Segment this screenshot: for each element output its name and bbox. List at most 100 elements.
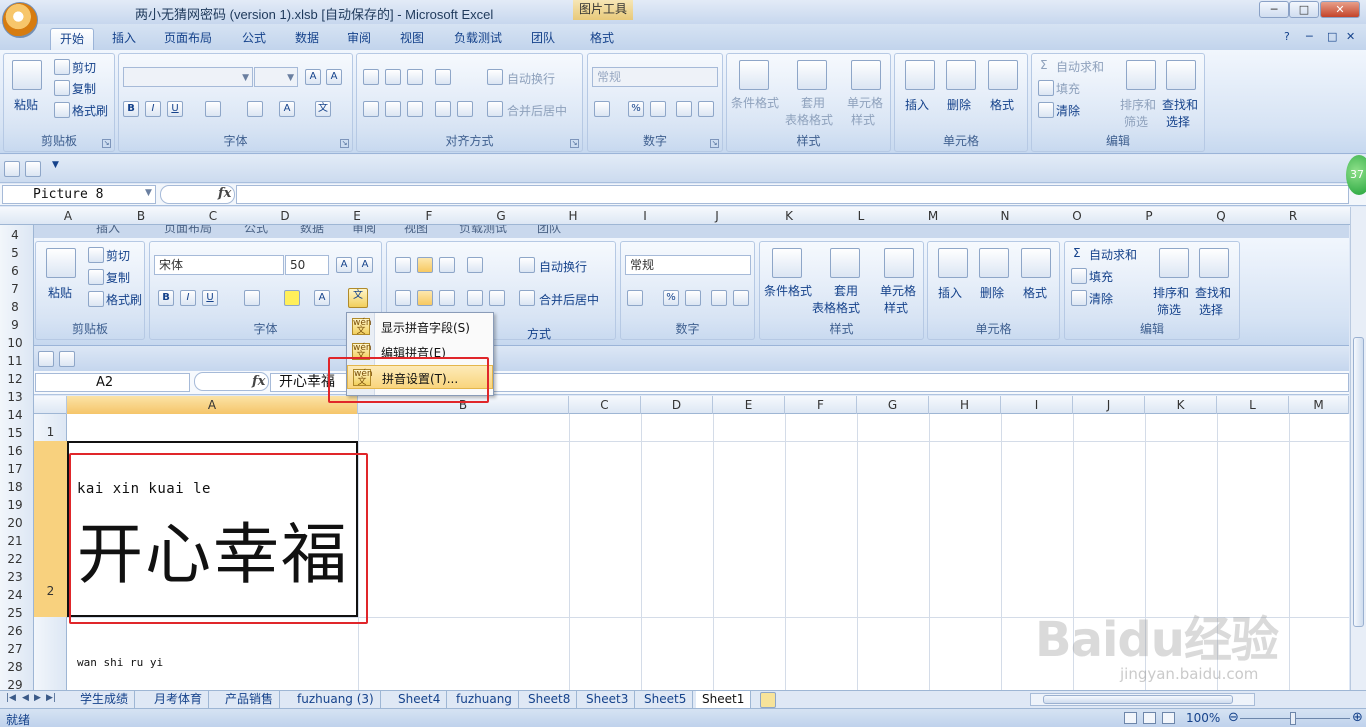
tab-formulas[interactable]: 公式	[238, 28, 270, 50]
outer-row-27[interactable]: 27	[0, 642, 30, 656]
format-painter-icon[interactable]	[54, 102, 70, 118]
align-left-icon[interactable]	[363, 101, 379, 117]
zoom-slider-knob[interactable]	[1290, 712, 1296, 725]
outer-row-24[interactable]: 24	[0, 588, 30, 602]
fill-icon[interactable]	[1038, 80, 1054, 96]
conditional-format-button[interactable]: 条件格式	[731, 94, 779, 111]
cut-button[interactable]: 剪切	[72, 59, 96, 76]
outer-col-l[interactable]: L	[851, 209, 871, 223]
find-select-icon[interactable]	[1166, 60, 1196, 90]
sort-filter-line1[interactable]: 排序和	[1120, 96, 1156, 113]
paste-button[interactable]: 粘贴	[14, 96, 38, 113]
horizontal-scrollbar[interactable]	[1030, 693, 1255, 706]
format-as-table-line2[interactable]: 表格格式	[785, 111, 833, 128]
zoom-in-icon[interactable]: ⊕	[1352, 710, 1363, 725]
name-box[interactable]: Picture 8	[2, 185, 156, 204]
outer-row-16[interactable]: 16	[0, 444, 30, 458]
merge-center-button[interactable]: 合并后居中	[507, 102, 567, 119]
outer-col-c[interactable]: C	[203, 209, 223, 223]
ribbon-close-icon[interactable]: ✕	[1346, 30, 1355, 43]
align-right-icon[interactable]	[407, 101, 423, 117]
number-format-select[interactable]: 常规	[592, 67, 718, 87]
fill-color-icon[interactable]	[247, 101, 263, 117]
paste-icon[interactable]	[12, 60, 42, 90]
customize-qat-icon[interactable]: ▼	[52, 160, 59, 170]
shrink-font-icon[interactable]: A	[326, 69, 342, 85]
help-icon[interactable]: ?	[1284, 30, 1290, 43]
align-top-icon[interactable]	[363, 69, 379, 85]
orientation-icon[interactable]	[435, 69, 451, 85]
insert-cells-icon[interactable]	[905, 60, 935, 90]
sort-filter-line2[interactable]: 筛选	[1124, 113, 1148, 130]
alignment-launcher-icon[interactable]: ↘	[570, 139, 579, 148]
green-badge[interactable]: 37	[1346, 155, 1366, 195]
sort-filter-icon[interactable]	[1126, 60, 1156, 90]
tab-data[interactable]: 数据	[291, 28, 323, 50]
align-center-icon[interactable]	[385, 101, 401, 117]
conditional-format-icon[interactable]	[739, 60, 769, 90]
delete-cells-icon[interactable]	[946, 60, 976, 90]
close-button[interactable]: ✕	[1320, 1, 1360, 18]
decrease-indent-icon[interactable]	[435, 101, 451, 117]
outer-row-11[interactable]: 11	[0, 354, 30, 368]
tab-review[interactable]: 审阅	[343, 28, 375, 50]
percent-button[interactable]: %	[628, 101, 644, 117]
outer-col-o[interactable]: O	[1067, 209, 1087, 223]
tab-insert[interactable]: 插入	[108, 28, 140, 50]
tab-page-layout[interactable]: 页面布局	[160, 28, 216, 50]
first-sheet-icon[interactable]: |◀	[6, 693, 16, 703]
clear-button[interactable]: 清除	[1056, 102, 1080, 119]
sigma-icon[interactable]: Σ	[1040, 58, 1048, 72]
minimize-button[interactable]: ─	[1259, 1, 1289, 18]
wrap-text-button[interactable]: 自动换行	[507, 70, 555, 87]
increase-decimal-icon[interactable]	[676, 101, 692, 117]
outer-col-q[interactable]: Q	[1211, 209, 1231, 223]
sheet-tab-2[interactable]: 月考体育	[148, 691, 210, 708]
copy-button[interactable]: 复制	[72, 80, 96, 97]
sheet-tab-9[interactable]: Sheet5	[638, 691, 694, 708]
outer-col-p[interactable]: P	[1139, 209, 1159, 223]
outer-row-25[interactable]: 25	[0, 606, 30, 620]
outer-row-10[interactable]: 10	[0, 336, 30, 350]
picture-tools-context-tab[interactable]: 图片工具	[573, 0, 633, 20]
italic-button[interactable]: I	[145, 101, 161, 117]
zoom-level[interactable]: 100%	[1186, 711, 1220, 725]
ribbon-minimize-icon[interactable]: ─	[1306, 30, 1313, 43]
outer-row-5[interactable]: 5	[0, 246, 30, 260]
last-sheet-icon[interactable]: ▶|	[46, 693, 56, 703]
name-box-dropdown-icon[interactable]: ▼	[145, 188, 152, 198]
outer-col-a[interactable]: A	[58, 209, 78, 223]
format-painter-button[interactable]: 格式刷	[72, 102, 108, 119]
outer-col-g[interactable]: G	[491, 209, 511, 223]
cell-styles-line1[interactable]: 单元格	[847, 94, 883, 111]
office-button[interactable]	[2, 2, 38, 38]
delete-cells-button[interactable]: 删除	[947, 96, 971, 113]
outer-col-k[interactable]: K	[779, 209, 799, 223]
outer-row-17[interactable]: 17	[0, 462, 30, 476]
format-as-table-line1[interactable]: 套用	[801, 94, 825, 111]
tab-format[interactable]: 格式	[586, 28, 618, 50]
outer-row-18[interactable]: 18	[0, 480, 30, 494]
comma-icon[interactable]	[650, 101, 666, 117]
font-size-select[interactable]: ▼	[254, 67, 298, 87]
font-launcher-icon[interactable]: ↘	[340, 139, 349, 148]
format-cells-button[interactable]: 格式	[990, 96, 1014, 113]
vertical-scrollbar[interactable]	[1350, 207, 1366, 690]
sheet-tab-7[interactable]: Sheet8	[522, 691, 578, 708]
sheet-tab-6[interactable]: fuzhuang	[450, 691, 519, 708]
outer-row-12[interactable]: 12	[0, 372, 30, 386]
find-select-line2[interactable]: 选择	[1166, 113, 1190, 130]
outer-col-b[interactable]: B	[131, 209, 151, 223]
outer-row-22[interactable]: 22	[0, 552, 30, 566]
increase-indent-icon[interactable]	[457, 101, 473, 117]
zoom-out-icon[interactable]: ⊖	[1228, 710, 1239, 725]
number-launcher-icon[interactable]: ↘	[710, 139, 719, 148]
ribbon-restore-icon[interactable]: □	[1327, 30, 1337, 43]
outer-row-21[interactable]: 21	[0, 534, 30, 548]
clipboard-launcher-icon[interactable]: ↘	[102, 139, 111, 148]
sheet-tab-10[interactable]: Sheet1	[696, 691, 752, 708]
tab-load-test[interactable]: 负载测试	[450, 28, 506, 50]
grow-font-icon[interactable]: A	[305, 69, 321, 85]
align-middle-icon[interactable]	[385, 69, 401, 85]
format-as-table-icon[interactable]	[797, 60, 827, 90]
